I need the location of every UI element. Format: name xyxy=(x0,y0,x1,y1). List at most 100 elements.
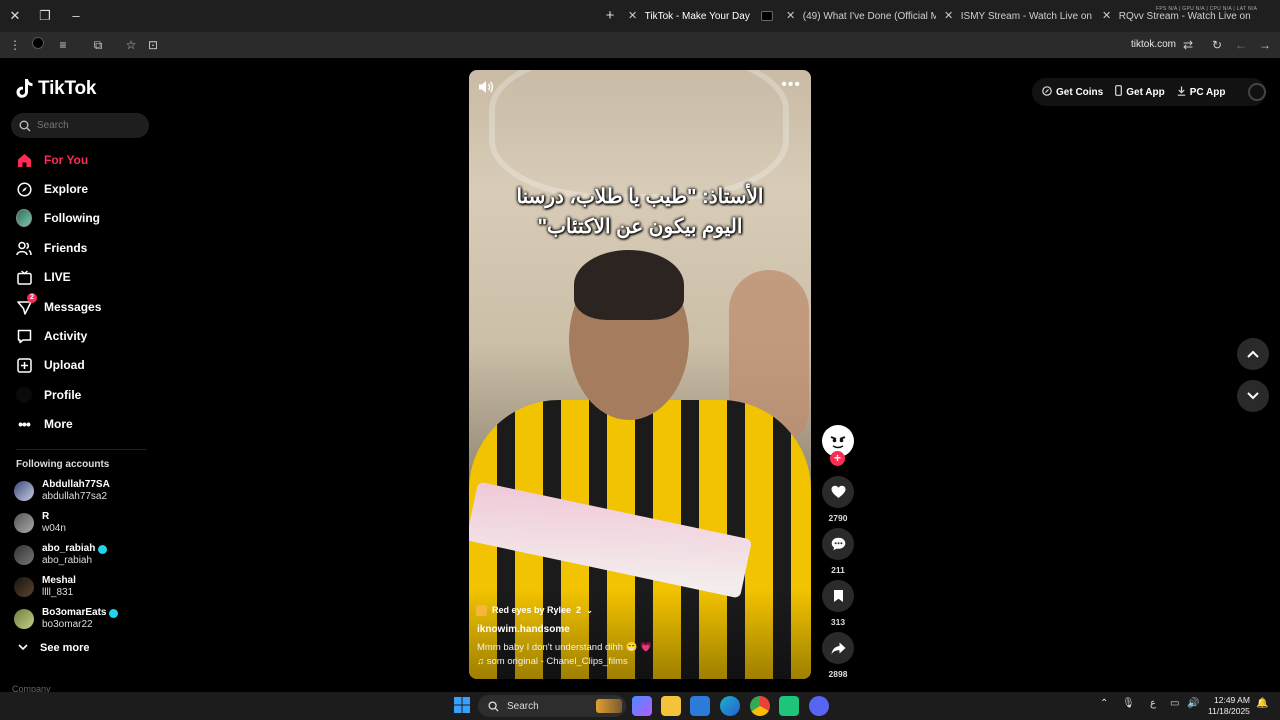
video-player[interactable]: الأستاذ: "طيب يا طلاب، درسنا اليوم بيكون… xyxy=(469,70,811,679)
tab-close-icon[interactable]: ✕ xyxy=(786,4,800,28)
heart-icon[interactable] xyxy=(822,476,854,508)
account-item[interactable]: Rw04n xyxy=(14,509,66,537)
account-item[interactable]: Bo3omarEats bo3omar22 xyxy=(14,605,119,633)
discord-icon[interactable] xyxy=(809,696,829,716)
comment-action[interactable]: 211 xyxy=(822,528,854,575)
restore-window-icon[interactable]: ❐ xyxy=(35,6,55,26)
edge-icon[interactable] xyxy=(720,696,740,716)
phone-icon xyxy=(1115,85,1123,99)
home-icon xyxy=(16,152,32,168)
music-pill[interactable]: Red eyes by Rylee 2 ⌄ xyxy=(476,602,593,618)
get-app-button[interactable]: Get App xyxy=(1115,85,1165,99)
search-input[interactable] xyxy=(37,120,137,131)
compass-icon xyxy=(16,181,32,197)
volume-icon[interactable] xyxy=(477,78,495,96)
windows-taskbar: Search ⌃ 🎙 ع ▭ 🔊 12:49 AM 11/18/2025 🔔 xyxy=(0,692,1280,720)
comment-icon[interactable] xyxy=(822,528,854,560)
get-coins-button[interactable]: Get Coins xyxy=(1042,85,1103,99)
chrome-icon[interactable] xyxy=(750,696,770,716)
video-author[interactable]: iknowim.handsome xyxy=(477,624,570,635)
tab-tiktok[interactable]: ✕ TikTok - Make Your Day xyxy=(628,4,776,28)
nav-more[interactable]: ••• More xyxy=(16,414,73,434)
previous-video-button[interactable] xyxy=(1237,338,1269,370)
nav-upload[interactable]: Upload xyxy=(16,355,85,375)
bookmark-icon[interactable] xyxy=(822,580,854,612)
tab-close-icon[interactable]: ✕ xyxy=(944,4,958,28)
windows-start-icon[interactable] xyxy=(453,696,473,716)
nav-label: Activity xyxy=(44,329,88,343)
search-icon xyxy=(488,700,499,712)
site-settings-icon[interactable]: ⇄ xyxy=(1179,36,1197,54)
video-sound[interactable]: ♫ som original - Chanel_Clips_films xyxy=(477,656,628,667)
account-name: Bo3omarEats xyxy=(42,607,107,618)
nav-explore[interactable]: Explore xyxy=(16,179,88,199)
account-item[interactable]: Meshal llll_831 xyxy=(14,573,76,601)
tab-title: ISMY Stream - Watch Live on K xyxy=(960,11,1092,22)
nav-profile[interactable]: Profile xyxy=(16,385,81,405)
nav-label: Friends xyxy=(44,241,88,255)
like-action[interactable]: 2790 xyxy=(822,476,854,523)
nav-friends[interactable]: Friends xyxy=(16,238,87,258)
tab-kick-1[interactable]: ✕ ISMY Stream - Watch Live on K xyxy=(944,4,1092,28)
back-arrow-icon[interactable]: ← xyxy=(1232,36,1250,54)
browser-tabbar: ✕ ❐ – + ✕ TikTok - Make Your Day ✕ (49) … xyxy=(0,0,1280,32)
account-handle: llll_831 xyxy=(42,587,74,598)
nav-label: Following xyxy=(44,211,100,225)
new-tab-button[interactable]: + xyxy=(602,6,618,26)
account-name: Abdullah77SA xyxy=(42,479,110,490)
forward-arrow-icon[interactable]: → xyxy=(1256,36,1274,54)
file-explorer-icon[interactable] xyxy=(661,696,681,716)
share-icon[interactable] xyxy=(822,632,854,664)
live-tv-icon xyxy=(16,269,32,285)
tab-close-icon[interactable]: ✕ xyxy=(628,4,642,28)
see-more-button[interactable]: See more xyxy=(18,642,90,654)
nav-label: Upload xyxy=(44,358,85,372)
save-action[interactable]: 313 xyxy=(822,580,854,627)
nav-label: LIVE xyxy=(44,270,71,284)
notification-bell-icon[interactable]: 🔔 xyxy=(1256,698,1268,709)
extensions-icon[interactable]: ⧉ xyxy=(89,36,107,54)
nav-activity[interactable]: Activity xyxy=(16,326,87,346)
network-icon[interactable]: ▭ xyxy=(1170,698,1179,709)
media-controls-icon[interactable]: ≡ xyxy=(54,36,72,54)
tab-close-icon[interactable]: ✕ xyxy=(1102,4,1116,28)
tab-youtube[interactable]: ✕ (49) What I've Done (Official M xyxy=(786,4,936,28)
minimize-window-icon[interactable]: – xyxy=(66,6,86,26)
menu-dots-icon[interactable]: ⋮ xyxy=(6,36,24,54)
pc-app-button[interactable]: PC App xyxy=(1177,86,1226,99)
chevron-down-icon xyxy=(18,642,28,654)
nav-messages[interactable]: 2 Messages xyxy=(16,293,101,317)
tray-chevron-up-icon[interactable]: ⌃ xyxy=(1100,698,1108,709)
tiktok-logo[interactable]: TikTok xyxy=(16,78,96,100)
nav-for-you[interactable]: For You xyxy=(16,150,88,170)
taskbar-clock[interactable]: 12:49 AM 11/18/2025 xyxy=(1208,695,1250,717)
close-window-icon[interactable]: ✕ xyxy=(5,6,25,26)
profile-circle-icon[interactable] xyxy=(29,36,47,54)
account-handle: abo_rabiah xyxy=(42,555,93,566)
next-video-button[interactable] xyxy=(1237,380,1269,412)
copilot-icon[interactable] xyxy=(632,696,652,716)
nav-following[interactable]: Following xyxy=(16,208,100,228)
search-box[interactable] xyxy=(11,113,149,138)
taskbar-search[interactable]: Search xyxy=(478,695,626,717)
nav-label: Explore xyxy=(44,182,89,196)
follow-plus-button[interactable]: + xyxy=(830,451,845,466)
microphone-icon[interactable]: 🎙 xyxy=(1122,698,1135,709)
bookmark-star-icon[interactable]: ☆ xyxy=(122,36,140,54)
nav-live[interactable]: LIVE xyxy=(16,267,71,287)
user-avatar[interactable] xyxy=(1247,83,1266,101)
reload-icon[interactable]: ↻ xyxy=(1208,36,1226,54)
account-item[interactable]: abo_rabiah abo_rabiah xyxy=(14,541,108,569)
taskbar-search-label: Search xyxy=(507,700,539,712)
store-icon[interactable] xyxy=(690,696,710,716)
app-icon[interactable] xyxy=(779,696,799,716)
screenshot-icon[interactable]: ⊡ xyxy=(144,36,162,54)
music-title: Red eyes by Rylee xyxy=(492,605,572,615)
address-bar-url[interactable]: tiktok.com xyxy=(1131,39,1176,50)
speaker-icon[interactable]: 🔊 xyxy=(1187,698,1199,709)
share-action[interactable]: 2898 xyxy=(822,632,854,679)
video-caption: الأستاذ: "طيب يا طلاب، درسنا اليوم بيكون… xyxy=(469,182,811,242)
input-language[interactable]: ع xyxy=(1150,698,1156,709)
account-item[interactable]: Abdullah77SA abdullah77sa2 xyxy=(14,477,110,505)
video-more-options-icon[interactable]: ••• xyxy=(781,76,801,94)
